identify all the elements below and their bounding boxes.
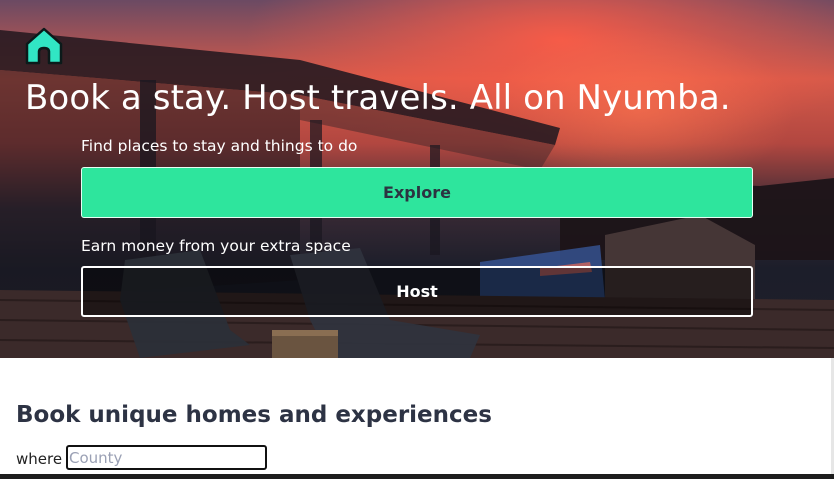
hero-banner: Book a stay. Host travels. All on Nyumba… [0, 0, 834, 358]
host-button[interactable]: Host [81, 266, 753, 317]
host-prompt: Earn money from your extra space [81, 237, 351, 255]
home-icon[interactable] [25, 27, 63, 65]
where-label: where [16, 450, 63, 468]
bottom-divider [0, 474, 834, 479]
section-title: Book unique homes and experiences [16, 402, 492, 428]
county-input[interactable] [66, 445, 267, 470]
hero-headline: Book a stay. Host travels. All on Nyumba… [25, 78, 731, 118]
explore-prompt: Find places to stay and things to do [81, 137, 358, 155]
explore-button[interactable]: Explore [81, 167, 753, 218]
